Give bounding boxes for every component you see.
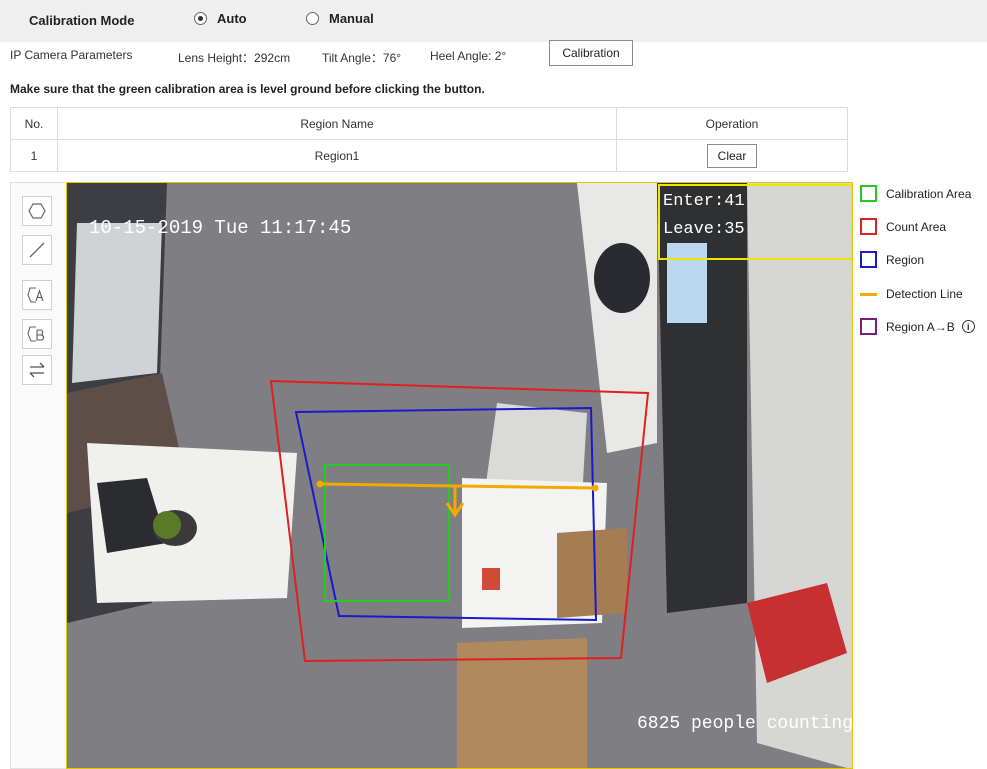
table-header-row: No. Region Name Operation	[10, 107, 848, 140]
column-header-region-name: Region Name	[57, 107, 617, 140]
line-tool-button[interactable]	[22, 235, 52, 265]
calibration-mode-label: Calibration Mode	[29, 13, 135, 28]
region-b-icon	[27, 326, 45, 342]
region-a-tool-button[interactable]	[22, 280, 52, 310]
swap-direction-icon	[29, 362, 45, 378]
left-shelf	[72, 223, 162, 383]
legend-label: Calibration Area	[886, 186, 972, 201]
radio-auto-label[interactable]: Auto	[217, 11, 247, 26]
clear-button[interactable]: Clear	[707, 143, 757, 168]
enter-count-text: Enter:41	[663, 192, 745, 211]
legend-label: Region	[886, 252, 925, 267]
legend-label: Region A→B	[886, 319, 955, 334]
region-b-tool-button[interactable]	[22, 319, 52, 349]
red-socket	[482, 568, 500, 590]
video-watermark: 6825 people counting	[637, 714, 853, 734]
legend-calibration-area: Calibration Area	[860, 185, 971, 202]
legend-swatch-orange-line	[860, 292, 877, 296]
radio-manual[interactable]: Manual	[306, 11, 374, 26]
line-icon	[29, 242, 45, 258]
polygon-tool-button[interactable]	[22, 196, 52, 226]
detection-line-end-handle[interactable]	[591, 484, 599, 492]
region-a-icon	[27, 287, 44, 303]
drawing-toolbar	[10, 182, 67, 769]
legend-swatch-red	[860, 218, 877, 235]
heel-angle-value: Heel Angle: 2°	[430, 49, 507, 63]
detection-line-start-handle[interactable]	[316, 480, 324, 488]
column-header-no: No.	[10, 107, 58, 140]
calibration-button[interactable]: Calibration	[549, 40, 633, 66]
legend-swatch-green	[860, 185, 877, 202]
table-row[interactable]: 1 Region1 Clear	[10, 139, 848, 172]
legend-count-area: Count Area	[860, 218, 946, 235]
video-timestamp: 10-15-2019 Tue 11:17:45	[89, 217, 351, 239]
radio-manual-indicator[interactable]	[306, 12, 319, 25]
cardboard-box-1	[557, 528, 627, 618]
legend-region: Region	[860, 251, 924, 268]
polygon-icon	[28, 203, 46, 219]
legend-detection-line: Detection Line	[860, 287, 963, 301]
monitor	[667, 243, 707, 323]
calibration-mode-bar: Calibration Mode Auto Manual	[0, 0, 987, 42]
camera-params-label: IP Camera Parameters	[10, 48, 133, 62]
radio-auto[interactable]: Auto	[194, 11, 247, 26]
info-icon[interactable]: i	[961, 320, 975, 333]
person-right	[594, 243, 650, 313]
radio-manual-label[interactable]: Manual	[329, 11, 374, 26]
calibration-hint: Make sure that the green calibration are…	[10, 82, 485, 96]
camera-feed-canvas[interactable]: Enter:41 Leave:35 10-15-2019 Tue 11:17:4…	[67, 183, 853, 769]
legend-swatch-purple	[860, 318, 877, 335]
legend-label: Detection Line	[886, 287, 963, 301]
leave-count-text: Leave:35	[663, 220, 745, 239]
legend-swatch-blue	[860, 251, 877, 268]
swap-direction-tool-button[interactable]	[22, 355, 52, 385]
row-region-name: Region1	[57, 139, 617, 172]
radio-auto-indicator[interactable]	[194, 12, 207, 25]
legend-region-a-b: Region A→B i	[860, 318, 975, 335]
legend-label: Count Area	[886, 219, 947, 234]
tilt-angle-value: Tilt Angle：76°	[322, 51, 402, 65]
row-number: 1	[10, 139, 58, 172]
region-table: No. Region Name Operation 1 Region1 Clea…	[10, 107, 848, 172]
lens-height-value: Lens Height：292cm	[178, 51, 291, 65]
row-operation-cell: Clear	[616, 139, 848, 172]
right-desk-surface	[747, 183, 852, 768]
avocado-pillow	[153, 511, 181, 539]
camera-video-view[interactable]: Enter:41 Leave:35 10-15-2019 Tue 11:17:4…	[66, 182, 853, 769]
column-header-operation: Operation	[616, 107, 848, 140]
